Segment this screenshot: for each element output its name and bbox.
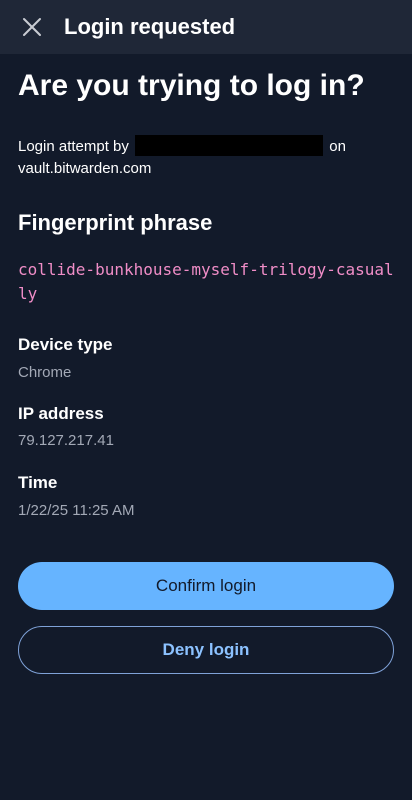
top-app-bar: Login requested xyxy=(0,0,412,54)
attempt-prefix: Login attempt by xyxy=(18,138,129,155)
page-title: Login requested xyxy=(64,14,236,39)
redacted-email xyxy=(135,135,324,156)
login-attempt-text: Login attempt by on vault.bitwarden.com xyxy=(18,135,398,180)
time-value: 1/22/25 11:25 AM xyxy=(18,502,135,519)
confirm-login-label: Confirm login xyxy=(155,576,257,595)
attempt-suffix: on xyxy=(329,138,346,155)
device-type-label: Device type xyxy=(18,335,113,354)
fingerprint-phrase: collide-bunkhouse-myself-trilogy-casuall… xyxy=(18,260,394,303)
attempt-domain: vault.bitwarden.com xyxy=(18,160,152,177)
main-heading: Are you trying to log in? xyxy=(18,69,365,102)
close-icon xyxy=(23,18,41,36)
ip-address-value: 79.127.217.41 xyxy=(18,432,114,449)
time-label: Time xyxy=(18,473,58,492)
deny-login-label: Deny login xyxy=(162,640,250,659)
fingerprint-title: Fingerprint phrase xyxy=(18,210,213,235)
ip-address-label: IP address xyxy=(18,404,104,423)
deny-login-button[interactable]: Deny login xyxy=(18,626,394,674)
close-button[interactable] xyxy=(18,13,46,41)
confirm-login-button[interactable]: Confirm login xyxy=(18,562,394,610)
device-type-value: Chrome xyxy=(18,364,72,381)
